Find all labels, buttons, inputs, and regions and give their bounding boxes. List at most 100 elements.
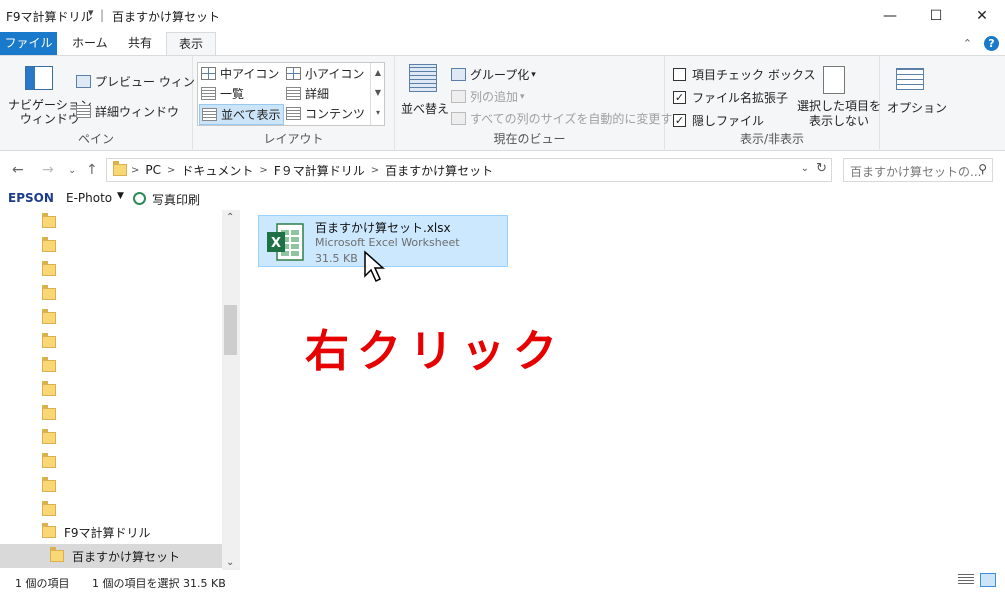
maximize-button[interactable]: ☐	[913, 0, 959, 31]
selection-info: 1 個の項目を選択 31.5 KB	[92, 577, 226, 590]
extensions-toggle[interactable]: ✓ ファイル名拡張子	[673, 89, 788, 106]
minimize-button[interactable]: —	[867, 0, 913, 31]
tab-home[interactable]: ホーム	[60, 32, 120, 56]
extensions-label: ファイル名拡張子	[692, 91, 789, 105]
tree-folder-current[interactable]: 百ますかけ算セット	[0, 544, 222, 568]
fit-columns-label: すべての列のサイズを自動的に変更する	[470, 112, 685, 126]
tree-folder[interactable]	[0, 282, 222, 306]
search-input[interactable]: 百ますかけ算セットの... ⚲	[843, 158, 993, 182]
breadcrumb-arrow-icon[interactable]: >	[167, 165, 175, 176]
hide-selected-button[interactable]: 選択した項目を 表示しない	[797, 99, 881, 129]
navigation-pane-icon[interactable]	[25, 66, 53, 90]
layout-small-icons[interactable]: 小アイコン	[286, 65, 364, 82]
breadcrumb-drill[interactable]: F９マ計算ドリル	[274, 162, 365, 179]
layout-content[interactable]: コンテンツ	[286, 105, 365, 122]
layout-list[interactable]: 一覧	[201, 85, 244, 102]
file-size: 31.5 KB	[315, 252, 358, 265]
folder-icon	[42, 523, 56, 538]
breadcrumb-arrow-icon[interactable]: >	[259, 165, 267, 176]
close-button[interactable]: ✕	[959, 0, 1005, 31]
tree-folder[interactable]	[0, 474, 222, 498]
help-icon[interactable]: ?	[984, 36, 999, 51]
tree-folder[interactable]	[0, 426, 222, 450]
add-column-button: 列の追加 ▾	[451, 88, 525, 105]
quick-access-title: F9マ計算ドリル	[6, 10, 93, 24]
tree-folder-parent[interactable]: F9マ計算ドリル	[0, 520, 222, 544]
photo-print-button[interactable]: 写真印刷	[152, 191, 200, 208]
layout-tiles[interactable]: 並べて表示	[199, 104, 284, 125]
large-icons-view-icon[interactable]	[980, 573, 996, 587]
tree-folder[interactable]	[0, 330, 222, 354]
breadcrumb-arrow-icon[interactable]: >	[131, 165, 139, 176]
folder-icon	[42, 477, 56, 492]
list-icon	[201, 87, 216, 100]
title-bar: F9マ計算ドリル ▾ | 百ますかけ算セット — ☐ ✕	[0, 0, 1005, 31]
sort-button[interactable]: 並べ替え	[401, 100, 449, 117]
folder-icon	[42, 429, 56, 444]
options-button[interactable]: オプション	[887, 99, 947, 116]
up-arrow-icon[interactable]: ↑	[86, 162, 98, 178]
back-arrow-icon[interactable]: ←	[12, 162, 24, 178]
tree-folder[interactable]	[0, 498, 222, 522]
layout-gallery-scroll[interactable]: ▲ ▼ ▾	[370, 63, 385, 125]
folder-icon	[42, 237, 56, 252]
forward-arrow-icon[interactable]: →	[42, 162, 54, 178]
refresh-icon[interactable]: ↻	[816, 161, 827, 176]
layout-medium-icons[interactable]: 中アイコン	[201, 65, 279, 82]
add-column-icon	[451, 90, 466, 103]
group-by-button[interactable]: グループ化 ▾	[451, 66, 536, 83]
collapse-ribbon-icon[interactable]: ⌃	[963, 37, 972, 50]
breadcrumb-arrow-icon[interactable]: >	[371, 165, 379, 176]
folder-icon	[42, 285, 56, 300]
details-pane-label: 詳細ウィンドウ	[95, 105, 180, 119]
tree-folder[interactable]	[0, 354, 222, 378]
tree-folder[interactable]	[0, 402, 222, 426]
scroll-down-icon[interactable]: ⌄	[226, 557, 234, 568]
tree-folder[interactable]	[0, 234, 222, 258]
tree-folder[interactable]	[0, 210, 222, 234]
tree-folder[interactable]	[0, 450, 222, 474]
sort-icon[interactable]	[409, 64, 437, 92]
chevron-down-icon[interactable]: ▼	[117, 191, 124, 201]
hidden-files-toggle[interactable]: ✓ 隠しファイル	[673, 112, 764, 129]
recent-locations-icon[interactable]: ⌄	[68, 165, 76, 176]
breadcrumb-documents[interactable]: ドキュメント	[181, 162, 253, 179]
layout-details[interactable]: 詳細	[286, 85, 329, 102]
item-checkbox-box[interactable]	[673, 68, 686, 81]
tree-folder[interactable]	[0, 378, 222, 402]
tree-folder[interactable]	[0, 306, 222, 330]
scroll-up-icon[interactable]: ⌃	[226, 212, 234, 223]
details-view-icon[interactable]	[958, 574, 974, 586]
tab-view[interactable]: 表示	[166, 32, 217, 56]
hidden-files-checkbox[interactable]: ✓	[673, 114, 686, 127]
search-icon[interactable]: ⚲	[978, 162, 987, 176]
tab-share[interactable]: 共有	[116, 32, 164, 56]
chevron-down-icon: ▾	[520, 91, 525, 102]
options-icon[interactable]	[896, 68, 924, 90]
details-pane-icon	[76, 105, 91, 118]
medium-icons-label: 中アイコン	[220, 67, 280, 81]
file-list: X 百ますかけ算セット.xlsx Microsoft Excel Workshe…	[242, 210, 1005, 570]
tab-file[interactable]: ファイル	[0, 32, 57, 56]
ribbon: ナビゲーション ウィンドウ プレビュー ウィンドウ 詳細ウィンドウ ペイン レイ…	[0, 55, 1005, 151]
folder-icon	[50, 547, 64, 562]
breadcrumb-current[interactable]: 百ますかけ算セット	[385, 162, 493, 179]
tiles-label: 並べて表示	[221, 108, 281, 122]
item-checkbox-toggle[interactable]: 項目チェック ボックス	[673, 66, 815, 83]
folder-icon	[42, 213, 56, 228]
hide-selected-icon[interactable]	[823, 66, 845, 94]
address-bar[interactable]: > PC > ドキュメント > F９マ計算ドリル > 百ますかけ算セット ⌄ ↻	[106, 158, 832, 182]
tree-scrollbar[interactable]: ⌃ ⌄	[222, 210, 239, 570]
tree-scroll-thumb[interactable]	[224, 305, 237, 355]
details-pane-button[interactable]: 詳細ウィンドウ	[76, 103, 179, 120]
tree-folder[interactable]	[0, 258, 222, 282]
small-icons-label: 小アイコン	[305, 67, 365, 81]
address-history-icon[interactable]: ⌄	[801, 163, 809, 174]
epson-app-button[interactable]: E-Photo	[66, 191, 112, 205]
extensions-checkbox[interactable]: ✓	[673, 91, 686, 104]
add-column-label: 列の追加	[470, 90, 519, 104]
folder-icon	[42, 261, 56, 276]
breadcrumb-pc[interactable]: PC	[145, 163, 161, 177]
quick-access-dropdown-icon[interactable]: ▾	[88, 6, 94, 19]
content-icon	[286, 107, 301, 120]
